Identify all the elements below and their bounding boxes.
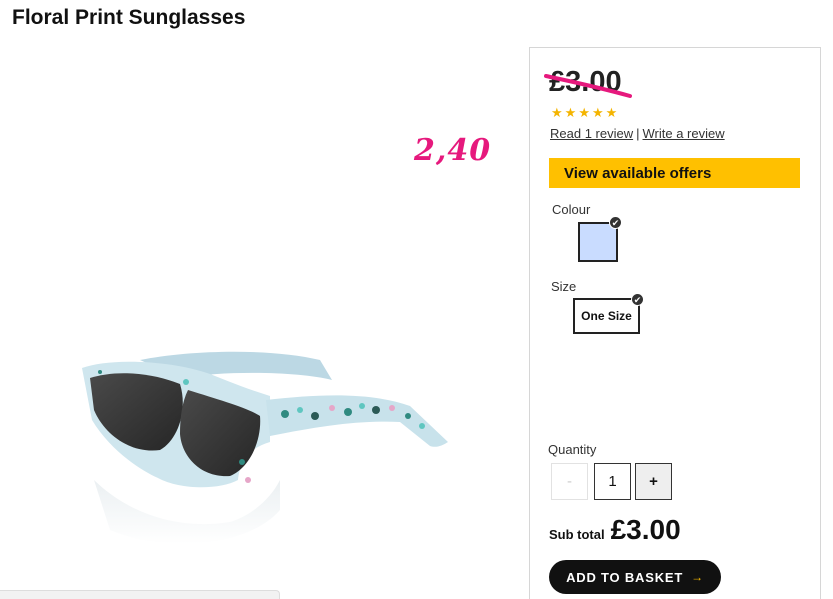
star-icon: ★ (605, 105, 618, 120)
add-to-basket-button[interactable]: ADD TO BASKET → (549, 560, 721, 594)
read-reviews-link[interactable]: Read 1 review (550, 126, 633, 141)
handwritten-price-annotation: 2,40 (414, 133, 492, 168)
product-image (82, 351, 448, 544)
view-offers-button[interactable]: View available offers (549, 158, 800, 188)
star-icon: ★ (551, 105, 563, 120)
size-option-one-size[interactable]: One Size (573, 298, 640, 334)
review-links: Read 1 review | Write a review (550, 126, 725, 141)
quantity-label: Quantity (548, 442, 597, 457)
colour-label: Colour (552, 202, 591, 217)
star-icon: ★ (591, 105, 604, 120)
size-label: Size (551, 279, 577, 294)
add-to-basket-label: ADD TO BASKET (566, 569, 684, 585)
page-title: Floral Print Sunglasses (12, 6, 246, 29)
check-icon: ✔ (609, 216, 622, 229)
quantity-value[interactable]: 1 (594, 463, 631, 500)
quantity-increase-button[interactable]: + (635, 463, 672, 500)
thumbnail-strip (0, 590, 280, 599)
subtotal: Sub total £3.00 (549, 514, 681, 546)
subtotal-label: Sub total (549, 527, 605, 542)
old-price-block: £3.00 (544, 64, 632, 100)
link-separator: | (636, 126, 640, 141)
star-icon: ★ (578, 105, 590, 120)
subtotal-value: £3.00 (610, 514, 681, 545)
check-icon: ✔ (631, 293, 644, 306)
star-icon: ★ (564, 105, 577, 120)
buy-panel: £3.00 ★ ★ ★ ★ ★ Read 1 review | Write a re… (529, 47, 821, 599)
write-review-link[interactable]: Write a review (643, 126, 725, 141)
quantity-decrease-button[interactable]: - (551, 463, 588, 500)
rating-stars: ★ ★ ★ ★ ★ (551, 106, 617, 120)
strikethrough-mark (544, 74, 632, 98)
arrow-right-icon: → (691, 570, 704, 584)
